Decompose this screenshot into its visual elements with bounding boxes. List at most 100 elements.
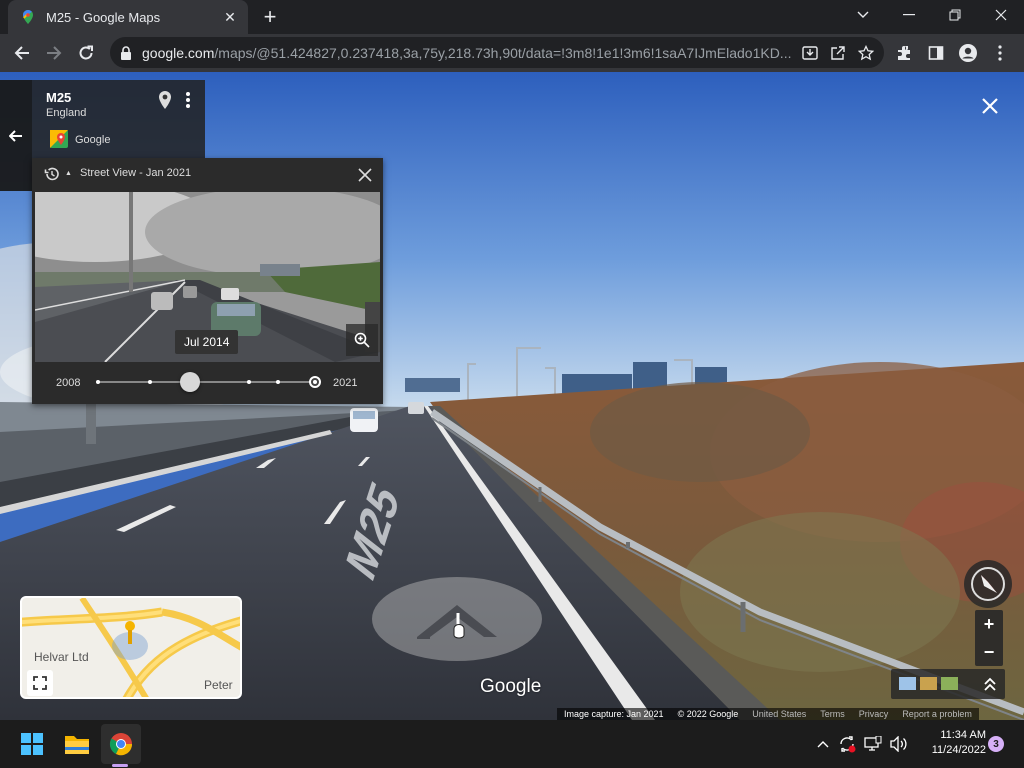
google-logo: Google — [480, 676, 542, 697]
show-hidden-icons-chevron-icon[interactable] — [812, 740, 834, 748]
attribution-footer: Image capture: Jan 2021 © 2022 Google Un… — [557, 708, 979, 720]
clock-date: 11/24/2022 — [931, 744, 986, 756]
start-button[interactable] — [12, 724, 52, 764]
tab-google-maps[interactable]: M25 - Google Maps ✕ — [8, 0, 248, 34]
profile-avatar-icon[interactable] — [954, 39, 982, 67]
file-explorer-button[interactable] — [57, 724, 97, 764]
url-path: /maps/@51.424827,0.237418,3a,75y,218.73h… — [214, 44, 792, 61]
layer-thumbnail[interactable] — [941, 677, 958, 690]
selected-date-chip: Jul 2014 — [175, 330, 239, 354]
location-pin-icon[interactable] — [158, 90, 172, 115]
timeline-current-marker[interactable] — [309, 376, 321, 388]
close-time-panel-button[interactable] — [354, 164, 376, 186]
privacy-link[interactable]: Privacy — [852, 709, 896, 719]
zoom-out-button[interactable]: − — [975, 638, 1003, 666]
taskbar-clock[interactable]: 11:34 AM 11/24/2022 — [920, 728, 986, 758]
clock-time: 11:34 AM — [940, 729, 986, 741]
copyright-text: © 2022 Google — [677, 709, 739, 719]
move-forward-arrow[interactable] — [372, 577, 542, 661]
url-host: google.com — [142, 44, 215, 61]
browser-toolbar: google.com/maps/@51.424827,0.237418,3a,7… — [0, 34, 1024, 72]
imagery-source: Google — [75, 134, 111, 146]
street-view-date-label: Street View - Jan 2021 — [80, 167, 192, 179]
chrome-icon — [109, 733, 133, 756]
extensions-icon[interactable] — [890, 39, 918, 67]
close-street-view-button[interactable] — [976, 92, 1004, 120]
timeline-start-year: 2008 — [56, 377, 81, 389]
layer-thumbnail[interactable] — [920, 677, 937, 690]
tab-search-icon[interactable] — [840, 0, 886, 30]
layer-thumbnail[interactable] — [899, 677, 916, 690]
timeline-tick[interactable] — [96, 380, 100, 384]
timeline-slider-track[interactable] — [98, 381, 316, 383]
back-button[interactable] — [8, 39, 36, 67]
window-controls — [840, 0, 1024, 30]
terms-link[interactable]: Terms — [813, 709, 852, 719]
tab-title: M25 - Google Maps — [46, 9, 161, 25]
new-tab-button[interactable]: + — [258, 4, 282, 29]
zoom-control: + − — [975, 610, 1003, 666]
zoom-preview-button[interactable] — [346, 324, 378, 356]
reload-icon — [79, 45, 93, 60]
tab-strip: M25 - Google Maps ✕ + — [0, 0, 1024, 34]
timeline-tick[interactable] — [276, 380, 280, 384]
lock-icon — [121, 45, 131, 60]
install-app-icon[interactable] — [796, 39, 824, 67]
timeline-tick[interactable] — [247, 380, 251, 384]
region-link[interactable]: United States — [745, 709, 813, 719]
google-maps-favicon-icon — [23, 10, 33, 24]
network-icon[interactable] — [860, 736, 886, 752]
chrome-menu-icon[interactable] — [986, 39, 1014, 67]
chrome-taskbar-button[interactable] — [101, 724, 141, 764]
image-capture-date: Image capture: Jan 2021 — [564, 709, 664, 719]
restore-button[interactable] — [932, 0, 978, 30]
back-to-map-button[interactable] — [0, 80, 32, 191]
street-view-viewport[interactable]: M25 M25 England Google ▲ Street View - J… — [0, 72, 1024, 720]
volume-icon[interactable] — [886, 736, 912, 752]
close-icon — [982, 98, 998, 114]
share-icon[interactable] — [824, 39, 852, 67]
forward-arrow-icon — [47, 46, 62, 60]
timeline-end-year: 2021 — [333, 377, 358, 389]
system-tray — [812, 720, 912, 768]
forward-button[interactable] — [40, 39, 68, 67]
report-problem-link[interactable]: Report a problem — [895, 709, 979, 719]
bookmark-star-icon[interactable] — [852, 39, 880, 67]
expand-map-button[interactable] — [27, 670, 53, 696]
active-app-indicator — [112, 764, 128, 767]
fullscreen-icon — [33, 676, 47, 690]
street-view-time-panel: ▲ Street View - Jan 2021 Jul 2014 2008 2… — [32, 158, 383, 404]
toolbar-actions — [890, 39, 1014, 67]
folder-icon — [65, 736, 89, 754]
back-arrow-icon — [9, 129, 22, 142]
windows-start-icon — [21, 733, 43, 755]
expand-chevron-icon[interactable] — [981, 675, 999, 693]
notification-badge[interactable]: 3 — [988, 736, 1004, 752]
history-clock-icon[interactable] — [44, 166, 60, 182]
close-icon — [358, 168, 372, 182]
collapse-caret-icon[interactable]: ▲ — [65, 170, 72, 177]
minimize-button[interactable] — [886, 0, 932, 30]
address-bar[interactable]: google.com/maps/@51.424827,0.237418,3a,7… — [110, 37, 884, 68]
windows-taskbar: 11:34 AM 11/24/2022 — [0, 720, 1024, 768]
side-panel-icon[interactable] — [922, 39, 950, 67]
tab-close-icon[interactable]: ✕ — [220, 7, 240, 27]
region-name: England — [46, 107, 87, 119]
time-panel-header: ▲ Street View - Jan 2021 — [32, 158, 383, 190]
minimap-poi-label: Peter — [204, 678, 233, 692]
zoom-in-button[interactable]: + — [975, 610, 1003, 638]
timeline-tick[interactable] — [148, 380, 152, 384]
minimap[interactable]: Helvar Ltd Peter — [20, 596, 242, 699]
zoom-in-icon — [354, 332, 370, 348]
compass-icon[interactable] — [964, 560, 1012, 608]
road-name: M25 — [46, 90, 72, 105]
google-maps-icon — [50, 130, 68, 148]
back-arrow-icon — [14, 46, 29, 60]
minimap-poi-label: Helvar Ltd — [34, 650, 89, 664]
more-options-icon[interactable] — [180, 90, 196, 110]
close-window-button[interactable] — [978, 0, 1024, 30]
timeline-slider-thumb[interactable] — [180, 372, 200, 392]
reload-button[interactable] — [72, 39, 100, 67]
layers-strip[interactable] — [891, 669, 1005, 699]
sync-error-icon[interactable] — [834, 735, 860, 753]
